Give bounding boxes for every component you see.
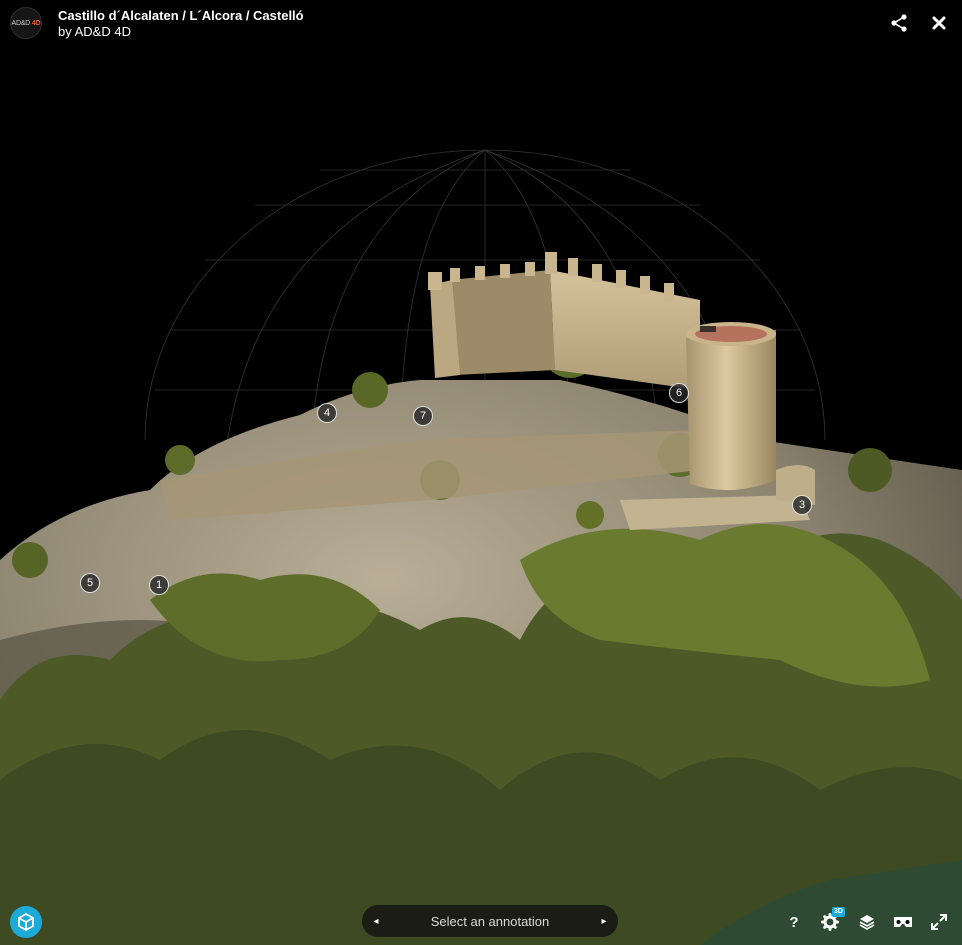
sketchfab-logo-button[interactable] <box>10 906 42 938</box>
close-button[interactable] <box>928 12 950 34</box>
3d-badge: 3D <box>832 907 845 917</box>
help-icon: ? <box>789 913 799 931</box>
author-link[interactable]: AD&D 4D <box>75 24 131 39</box>
annotation-marker-3[interactable]: 3 <box>792 495 812 515</box>
vr-icon <box>894 917 912 927</box>
vr-button[interactable] <box>891 910 915 934</box>
logo-icon <box>18 912 34 932</box>
annotation-navigator: ◂ Select an annotation ▸ <box>362 905 618 937</box>
model-byline: by AD&D 4D <box>58 24 131 39</box>
layers-button[interactable] <box>855 910 879 934</box>
avatar-accent-text: 4D <box>31 19 41 27</box>
annotation-marker-4[interactable]: 4 <box>317 403 337 423</box>
annotation-marker-6[interactable]: 6 <box>669 383 689 403</box>
help-button[interactable]: ? <box>782 910 806 934</box>
chevron-right-icon: ▸ <box>601 915 607 927</box>
viewer-header: AD&D 4D Castillo d´Alcalaten / L´Alcora … <box>0 0 962 48</box>
fullscreen-icon <box>931 914 947 930</box>
castle-3d-model[interactable] <box>0 0 962 945</box>
share-button[interactable] <box>888 12 910 34</box>
annotation-nav-label[interactable]: Select an annotation <box>390 914 590 929</box>
annotation-marker-7[interactable]: 7 <box>413 406 433 426</box>
chevron-left-icon: ◂ <box>373 915 379 927</box>
annotation-marker-1[interactable]: 1 <box>149 575 169 595</box>
byline-prefix: by <box>58 24 75 39</box>
layers-icon <box>859 915 875 930</box>
share-icon <box>891 14 907 32</box>
avatar-text: AD&D <box>11 19 31 27</box>
prev-annotation-button[interactable]: ◂ <box>362 905 390 937</box>
fullscreen-button[interactable] <box>927 910 951 934</box>
close-icon <box>932 16 946 30</box>
annotation-marker-5[interactable]: 5 <box>80 573 100 593</box>
next-annotation-button[interactable]: ▸ <box>590 905 618 937</box>
author-avatar[interactable]: AD&D 4D <box>10 7 42 39</box>
model-title[interactable]: Castillo d´Alcalaten / L´Alcora / Castel… <box>58 8 304 23</box>
3d-viewport[interactable]: 1 3 4 5 6 7 <box>0 0 962 945</box>
